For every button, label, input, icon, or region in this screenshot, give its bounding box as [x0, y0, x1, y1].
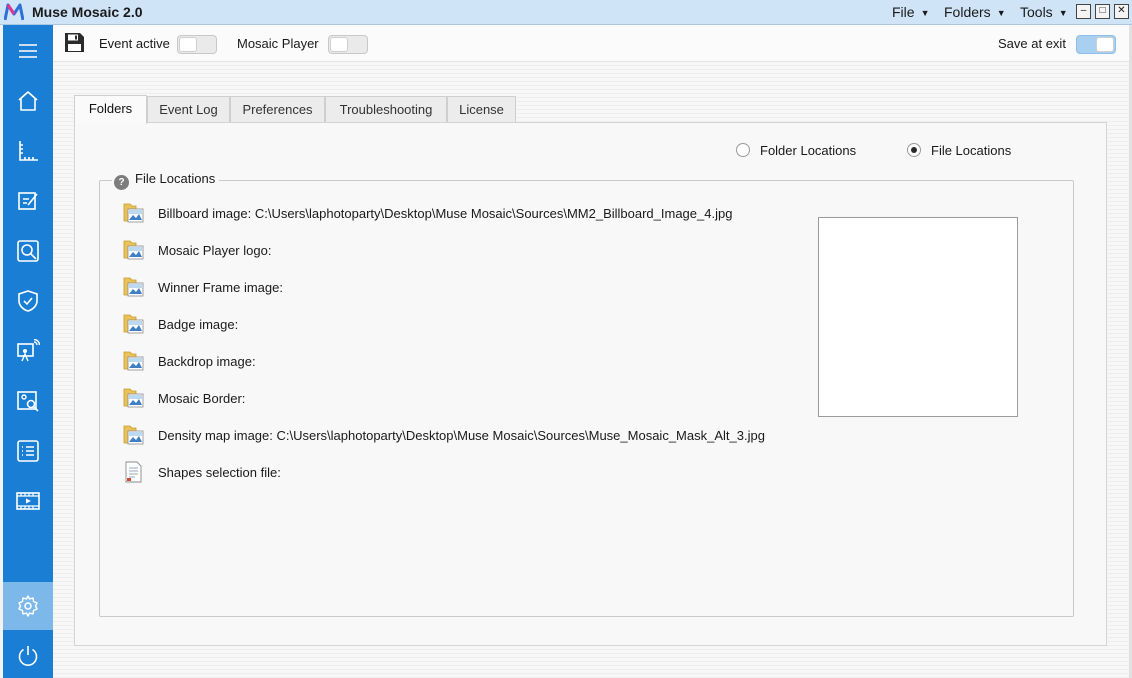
folder-image-icon[interactable] — [122, 238, 144, 262]
group-title-label: File Locations — [135, 171, 216, 186]
file-location-row: Density map image: C:\Users\laphotoparty… — [122, 423, 822, 449]
shield-icon[interactable] — [16, 289, 40, 313]
title-bar: Muse Mosaic 2.0 File ▼ Folders ▼ Tools ▼ – … — [0, 0, 1132, 25]
file-location-label: Badge image: — [158, 317, 239, 332]
app-title: Muse Mosaic 2.0 — [32, 4, 143, 20]
folder-locations-radio[interactable]: Folder Locations — [736, 141, 856, 158]
file-location-label: Backdrop image: — [158, 354, 256, 369]
save-at-exit-toggle[interactable] — [1076, 35, 1116, 54]
folder-image-icon[interactable] — [122, 349, 144, 373]
file-location-row: Billboard image: C:\Users\laphotoparty\D… — [122, 201, 822, 227]
chevron-down-icon: ▼ — [996, 8, 1006, 18]
close-button[interactable]: ✕ — [1114, 4, 1129, 19]
gear-icon — [16, 594, 40, 618]
minimize-button[interactable]: – — [1076, 4, 1091, 19]
folder-image-icon[interactable] — [122, 312, 144, 336]
search-icon[interactable] — [16, 239, 40, 263]
file-location-row: Winner Frame image: — [122, 275, 822, 301]
group-title: ? File Locations — [112, 171, 220, 190]
image-preview — [818, 217, 1018, 417]
sidebar-item-settings[interactable] — [3, 582, 53, 630]
toolbar: Event active Mosaic Player Save at exit — [53, 25, 1132, 62]
save-at-exit-label: Save at exit — [998, 36, 1066, 51]
radio-circle — [736, 143, 750, 157]
floppy-disk-icon[interactable] — [64, 32, 85, 53]
folder-image-icon[interactable] — [122, 386, 144, 410]
file-location-label: Density map image: C:\Users\laphotoparty… — [158, 428, 765, 443]
menu-tools[interactable]: Tools ▼ — [1020, 4, 1068, 20]
home-icon[interactable] — [16, 89, 40, 113]
ruler-icon[interactable] — [16, 139, 40, 163]
tab-license[interactable]: License — [447, 96, 516, 123]
maximize-button[interactable]: □ — [1095, 4, 1110, 19]
folder-locations-label: Folder Locations — [760, 143, 857, 158]
file-location-row: Badge image: — [122, 312, 822, 338]
file-locations-label: File Locations — [931, 143, 1012, 158]
file-location-label: Mosaic Player logo: — [158, 243, 272, 258]
mosaic-player-label: Mosaic Player — [237, 36, 319, 51]
menu-folders[interactable]: Folders ▼ — [944, 4, 1006, 20]
folders-panel: Folder Locations File Locations ? File Lo… — [74, 122, 1107, 646]
event-active-toggle[interactable] — [177, 35, 217, 54]
radio-circle-checked — [907, 143, 921, 157]
file-location-row: Backdrop image: — [122, 349, 822, 375]
tab-preferences[interactable]: Preferences — [230, 96, 325, 123]
folder-image-icon[interactable] — [122, 201, 144, 225]
help-icon[interactable]: ? — [114, 175, 129, 190]
power-icon[interactable] — [16, 644, 40, 668]
file-location-label: Winner Frame image: — [158, 280, 283, 295]
menu-folders-label: Folders — [944, 4, 991, 20]
file-location-row: Shapes selection file: — [122, 460, 822, 486]
folder-image-icon[interactable] — [122, 275, 144, 299]
folder-image-icon[interactable] — [122, 423, 144, 447]
menu-tools-label: Tools — [1020, 4, 1053, 20]
sidebar — [3, 25, 53, 678]
file-locations-radio[interactable]: File Locations — [907, 141, 1011, 158]
tab-troubleshooting[interactable]: Troubleshooting — [325, 96, 447, 123]
mosaic-player-toggle[interactable] — [328, 35, 368, 54]
presentation-icon[interactable] — [16, 338, 41, 363]
event-active-label: Event active — [99, 36, 170, 51]
menu-icon[interactable] — [16, 39, 40, 63]
video-icon[interactable] — [16, 489, 40, 513]
edit-board-icon[interactable] — [16, 189, 40, 213]
tab-event-log[interactable]: Event Log — [147, 96, 230, 123]
file-location-label: Mosaic Border: — [158, 391, 246, 406]
file-location-label: Billboard image: C:\Users\laphotoparty\D… — [158, 206, 733, 221]
tab-folders[interactable]: Folders — [74, 95, 147, 124]
file-location-row: Mosaic Player logo: — [122, 238, 822, 264]
chevron-down-icon: ▼ — [920, 8, 930, 18]
file-locations-group: ? File Locations Billboard image: C:\User… — [99, 171, 1074, 617]
main-content: Folders Event Log Preferences Troublesho… — [53, 62, 1132, 678]
file-location-label: Shapes selection file: — [158, 465, 281, 480]
menu-file-label: File — [892, 4, 915, 20]
file-location-row: Mosaic Border: — [122, 386, 822, 412]
app-logo-icon — [4, 3, 24, 21]
image-search-icon[interactable] — [16, 389, 40, 413]
chevron-down-icon: ▼ — [1058, 8, 1068, 18]
checklist-icon[interactable] — [16, 439, 40, 463]
document-icon[interactable] — [122, 460, 144, 484]
menu-file[interactable]: File ▼ — [892, 4, 929, 20]
